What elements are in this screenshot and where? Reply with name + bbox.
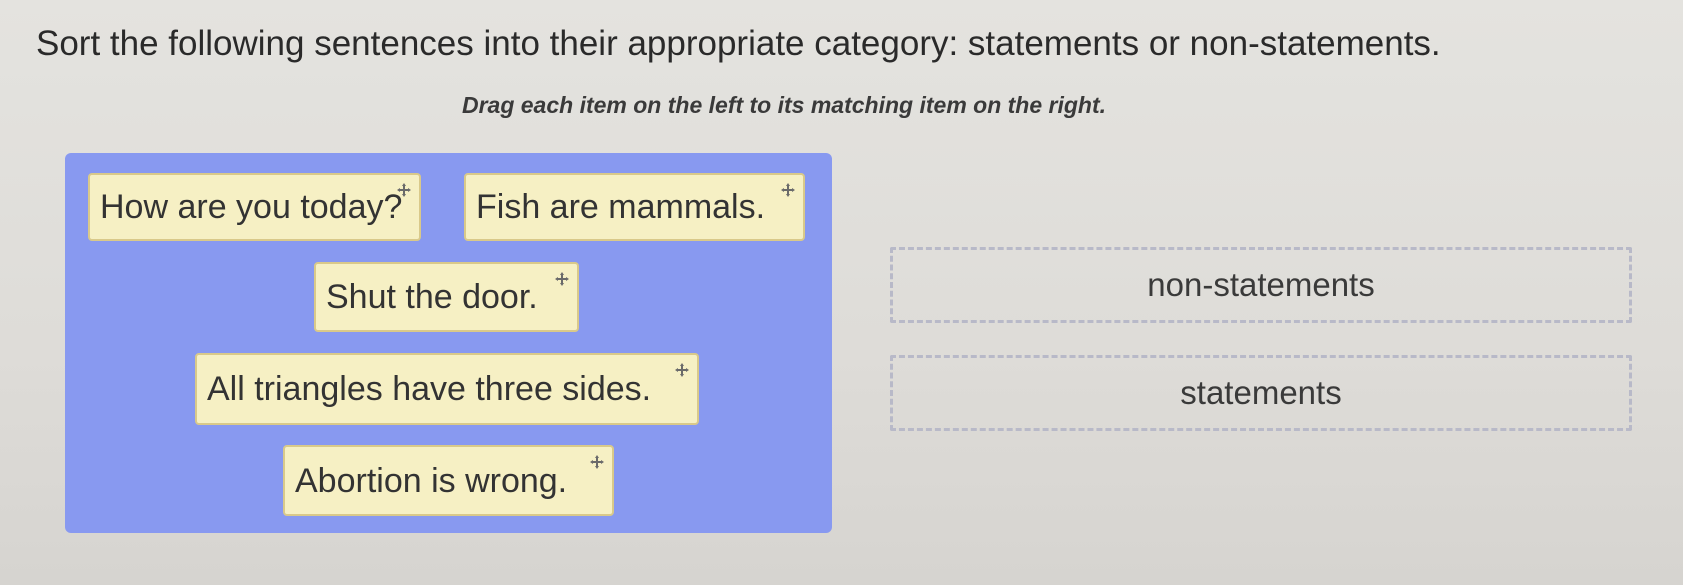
drag-item-label: How are you today?	[100, 188, 403, 226]
drag-source-panel: How are you today? Fish are mammals. Shu…	[65, 153, 832, 533]
drag-item-label: Abortion is wrong.	[295, 461, 568, 500]
drag-item-label: All triangles have three sides.	[207, 370, 652, 408]
move-icon	[590, 455, 604, 469]
drag-item-abortion-is-wrong[interactable]: Abortion is wrong.	[283, 445, 614, 516]
drop-target-label: non-statements	[1147, 266, 1375, 303]
instruction-text: Drag each item on the left to its matchi…	[0, 92, 1683, 119]
move-icon	[555, 272, 569, 286]
drag-item-fish-are-mammals[interactable]: Fish are mammals.	[464, 173, 805, 241]
move-icon	[781, 183, 795, 197]
move-icon	[675, 363, 689, 377]
drop-target-non-statements[interactable]: non-statements	[890, 247, 1632, 323]
drop-target-label: statements	[1180, 374, 1342, 411]
drag-item-all-triangles-have-three-sides[interactable]: All triangles have three sides.	[195, 353, 699, 425]
move-icon	[397, 183, 411, 197]
drag-item-how-are-you-today[interactable]: How are you today?	[88, 173, 421, 241]
question-text: Sort the following sentences into their …	[36, 24, 1441, 63]
drag-item-shut-the-door[interactable]: Shut the door.	[314, 262, 579, 332]
drag-item-label: Fish are mammals.	[476, 188, 766, 226]
instruction-label: Drag each item on the left to its matchi…	[461, 92, 1107, 118]
question-page: Sort the following sentences into their …	[0, 0, 1683, 585]
drop-target-statements[interactable]: statements	[890, 355, 1632, 431]
drag-item-label: Shut the door.	[326, 278, 538, 316]
